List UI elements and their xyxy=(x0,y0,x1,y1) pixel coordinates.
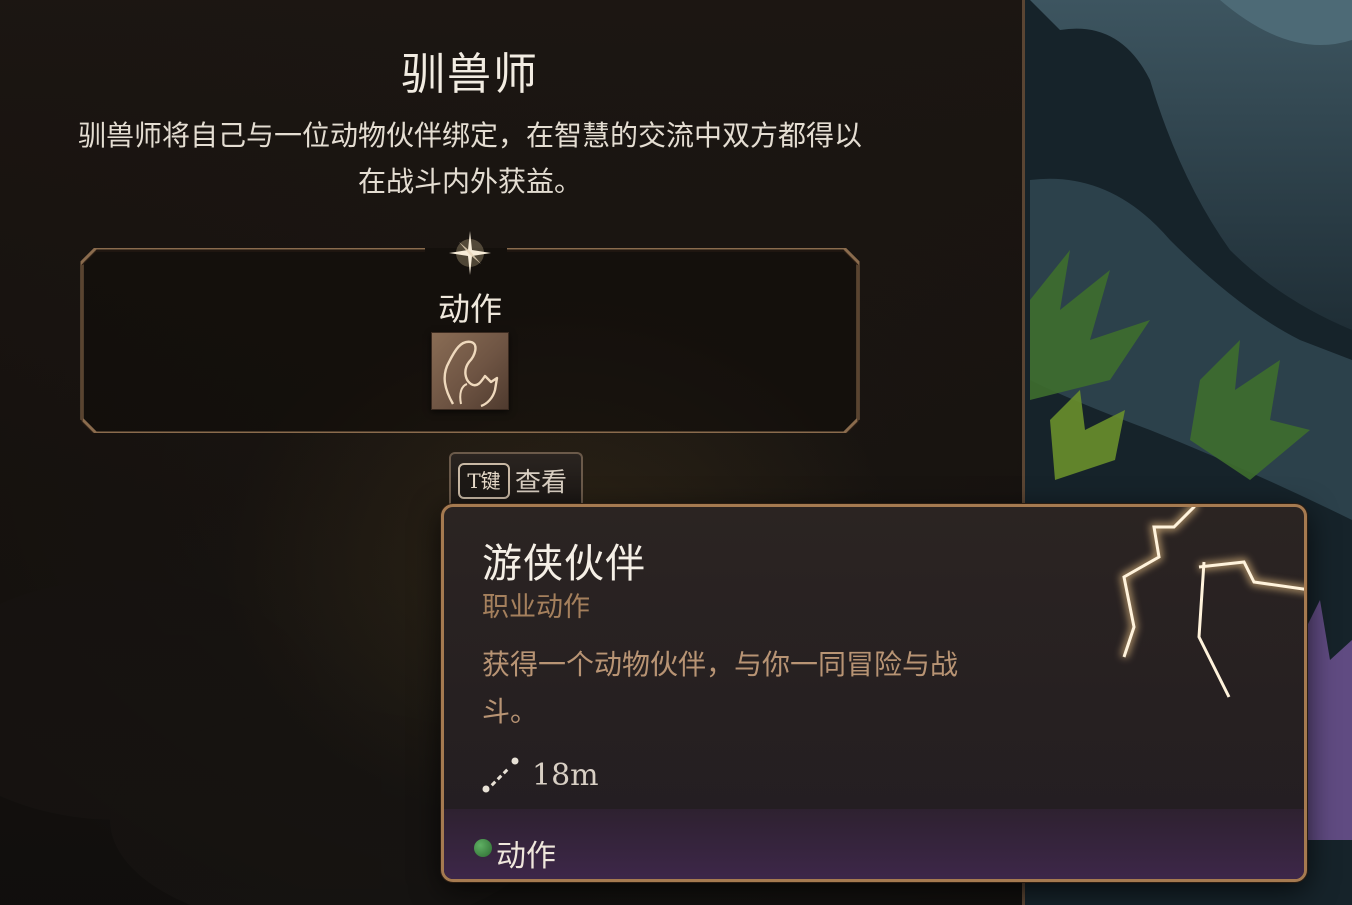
range-value: 18m xyxy=(532,757,599,793)
tooltip-description-line: 获得一个动物伙伴，与你一同冒险与战 xyxy=(482,648,959,681)
star-ornament-icon xyxy=(449,231,491,275)
tooltip-subtitle: 职业动作 xyxy=(482,592,590,623)
subclass-description-line: 在战斗内外获益。 xyxy=(357,165,582,198)
animal-companion-icon[interactable] xyxy=(431,332,509,410)
t-key-hint: T键 xyxy=(458,463,510,499)
action-resource-dot-icon xyxy=(474,839,492,857)
range-row: 18m xyxy=(478,753,599,797)
view-button-label: 查看 xyxy=(515,468,568,498)
animal-companion-glyph xyxy=(443,340,499,408)
subclass-description: 驯兽师将自己与一位动物伙伴绑定，在智慧的交流中双方都得以 在战斗内外获益。 xyxy=(0,113,940,205)
tooltip-footer: 动作 xyxy=(444,809,1304,879)
lightning-ornament-icon xyxy=(1120,507,1304,698)
tooltip-title: 游侠伙伴 xyxy=(482,541,646,587)
subclass-title: 驯兽师 xyxy=(401,49,539,100)
action-cost-label: 动作 xyxy=(496,839,556,874)
actions-label: 动作 xyxy=(437,290,502,328)
subclass-description-line: 驯兽师将自己与一位动物伙伴绑定，在智慧的交流中双方都得以 xyxy=(77,119,862,152)
tooltip-description: 获得一个动物伙伴，与你一同冒险与战 斗。 xyxy=(482,641,1072,735)
view-button[interactable]: T键 查看 xyxy=(449,452,583,506)
action-tooltip: 游侠伙伴 职业动作 获得一个动物伙伴，与你一同冒险与战 斗。 18m 动作 xyxy=(441,504,1307,882)
tooltip-description-line: 斗。 xyxy=(482,695,539,728)
range-icon xyxy=(482,757,519,793)
actions-section: 动作 xyxy=(80,231,860,433)
